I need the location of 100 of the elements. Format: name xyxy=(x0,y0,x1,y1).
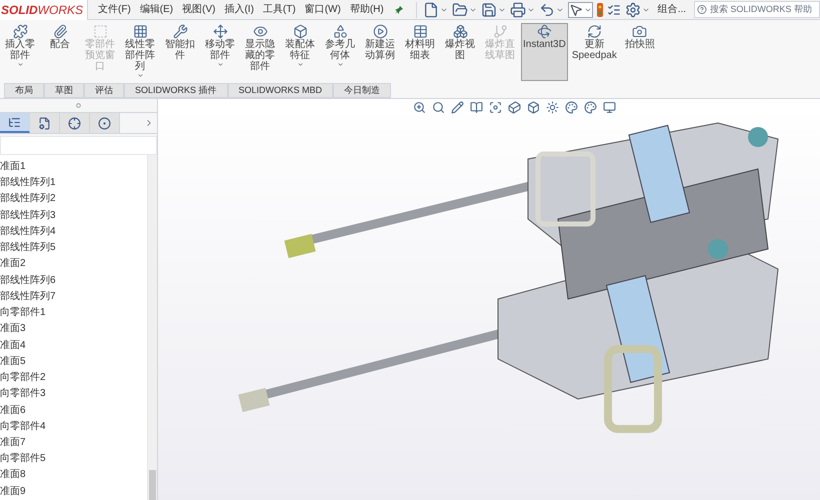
move-icon xyxy=(212,24,228,39)
tree-item[interactable]: 部线性阵列3 xyxy=(0,208,147,224)
ribbon-button[interactable]: 更新 Speedpak xyxy=(570,23,619,62)
ribbon-button[interactable]: 插入零部件 xyxy=(1,23,39,69)
crosshair-icon xyxy=(68,116,81,130)
paperclip-icon xyxy=(52,24,68,39)
tree-item[interactable]: 准面7 xyxy=(0,434,147,452)
print-icon[interactable] xyxy=(510,2,526,18)
tab[interactable]: 布局 xyxy=(4,83,44,98)
camera-icon xyxy=(632,24,648,39)
settings-icon[interactable] xyxy=(624,2,641,18)
panel-tab[interactable] xyxy=(0,113,30,133)
tree-item[interactable]: 部线性阵列7 xyxy=(0,288,147,306)
graphics-viewport[interactable] xyxy=(158,99,820,500)
ribbon-button[interactable]: 材料明细表 xyxy=(401,23,439,62)
new-document-icon[interactable] xyxy=(422,2,439,18)
tree-item[interactable]: 部线性阵列4 xyxy=(0,224,147,240)
ribbon-button[interactable]: 线性零部件阵列 xyxy=(121,23,159,80)
refresh-icon xyxy=(586,24,602,39)
cube-icon[interactable] xyxy=(508,101,521,114)
puzzle-icon xyxy=(12,24,28,39)
palette-icon[interactable] xyxy=(565,101,578,114)
caret-icon[interactable] xyxy=(216,61,224,68)
table-icon xyxy=(412,24,428,39)
focus-icon[interactable] xyxy=(489,101,502,114)
tab[interactable]: SOLIDWORKS MBD xyxy=(228,83,334,98)
ribbon-button[interactable]: 移动零部件 xyxy=(201,23,239,69)
tree-item[interactable]: 准面5 xyxy=(0,354,147,370)
dashed-square-icon xyxy=(92,24,108,39)
zoom-icon[interactable] xyxy=(413,101,426,114)
tab[interactable]: 评估 xyxy=(84,83,124,98)
ribbon-button[interactable]: 爆炸视图 xyxy=(441,23,479,62)
tree-item[interactable]: 准面3 xyxy=(0,321,147,338)
boxes-icon xyxy=(452,24,468,39)
caret-icon[interactable] xyxy=(16,61,24,68)
tree-item[interactable]: 部线性阵列1 xyxy=(0,175,147,192)
save-icon[interactable] xyxy=(480,2,497,18)
caret-icon[interactable] xyxy=(296,61,304,68)
tree-item[interactable]: 向零部件5 xyxy=(0,451,147,468)
tab[interactable]: SOLIDWORKS 插件 xyxy=(124,83,228,98)
menu-item[interactable]: 窗口(W) xyxy=(304,2,341,17)
configuration-label[interactable]: 组合... xyxy=(658,2,686,17)
tree-item[interactable]: 准面6 xyxy=(0,402,147,419)
tab[interactable]: 今日制造 xyxy=(333,83,392,98)
panel-tab[interactable] xyxy=(90,113,120,133)
help-icon[interactable] xyxy=(697,4,707,15)
traffic-light-icon[interactable] xyxy=(596,2,603,16)
tree-item[interactable]: 准面9 xyxy=(0,484,147,500)
cursor-icon[interactable] xyxy=(568,2,583,16)
tree-item[interactable]: 准面1 xyxy=(0,159,147,176)
ribbon-button[interactable]: 智能扣件 xyxy=(161,23,199,62)
ribbon-button[interactable]: 新建运动算例 xyxy=(361,23,399,62)
drag-handle-icon[interactable] xyxy=(76,103,81,108)
tree-icon xyxy=(8,116,21,128)
tree-item[interactable]: 准面4 xyxy=(0,338,147,354)
menu-item[interactable]: 文件(F) xyxy=(98,2,131,17)
tree-item[interactable]: 向零部件3 xyxy=(0,386,147,403)
book-icon[interactable] xyxy=(470,101,483,114)
search-field[interactable]: 搜索 SOLIDWORKS 帮助 xyxy=(694,1,820,18)
undo-icon[interactable] xyxy=(538,2,555,18)
wrench-icon xyxy=(172,24,188,39)
ribbon-button[interactable]: 装配体特征 xyxy=(281,23,319,69)
scrollbar[interactable] xyxy=(147,155,157,500)
pin-icon[interactable] xyxy=(394,4,404,14)
ribbon-button[interactable]: 配合 xyxy=(41,23,79,51)
branch-icon xyxy=(492,24,508,39)
tree-item[interactable]: 部线性阵列5 xyxy=(0,240,147,256)
menu-item[interactable]: 视图(V) xyxy=(182,2,216,17)
palette-icon[interactable] xyxy=(584,101,597,114)
monitor-icon[interactable] xyxy=(603,101,616,114)
tree-item[interactable]: 向零部件4 xyxy=(0,418,147,435)
grid-icon xyxy=(132,24,148,39)
ribbon-button[interactable]: 拍快照 xyxy=(620,23,659,51)
sun-icon[interactable] xyxy=(546,101,559,114)
ribbon-button[interactable]: 显示隐藏的零部件 xyxy=(241,23,279,73)
menu-item[interactable]: 插入(I) xyxy=(224,2,254,17)
tree-item[interactable]: 向零部件2 xyxy=(0,370,147,386)
caret-icon[interactable] xyxy=(136,72,144,79)
panel-tab[interactable] xyxy=(30,113,60,133)
tab[interactable]: 草图 xyxy=(44,83,84,98)
tree-item[interactable]: 准面8 xyxy=(0,467,147,484)
tree-item[interactable]: 向零部件1 xyxy=(0,305,147,322)
logo: SOLIDWORKS xyxy=(0,0,88,20)
box-icon xyxy=(292,24,308,39)
caret-icon[interactable] xyxy=(336,61,344,68)
tree-item[interactable]: 部线性阵列6 xyxy=(0,272,147,289)
search-icon[interactable] xyxy=(432,101,445,114)
list-icon[interactable] xyxy=(606,2,621,16)
box-icon[interactable] xyxy=(527,101,540,114)
ribbon-button[interactable]: 参考几何体 xyxy=(321,23,359,69)
menu-item[interactable]: 工具(T) xyxy=(262,2,296,17)
filter-field[interactable] xyxy=(0,136,157,155)
panel-tab[interactable] xyxy=(60,113,90,133)
menu-item[interactable]: 编辑(E) xyxy=(140,2,174,17)
tree-item[interactable]: 部线性阵列2 xyxy=(0,191,147,208)
pencil-icon[interactable] xyxy=(451,101,464,114)
ribbon-button[interactable]: Instant3D xyxy=(521,23,568,81)
folder-icon[interactable] xyxy=(452,2,468,18)
tree-item[interactable]: 准面2 xyxy=(0,256,147,273)
menu-item[interactable]: 帮助(H) xyxy=(350,2,384,17)
